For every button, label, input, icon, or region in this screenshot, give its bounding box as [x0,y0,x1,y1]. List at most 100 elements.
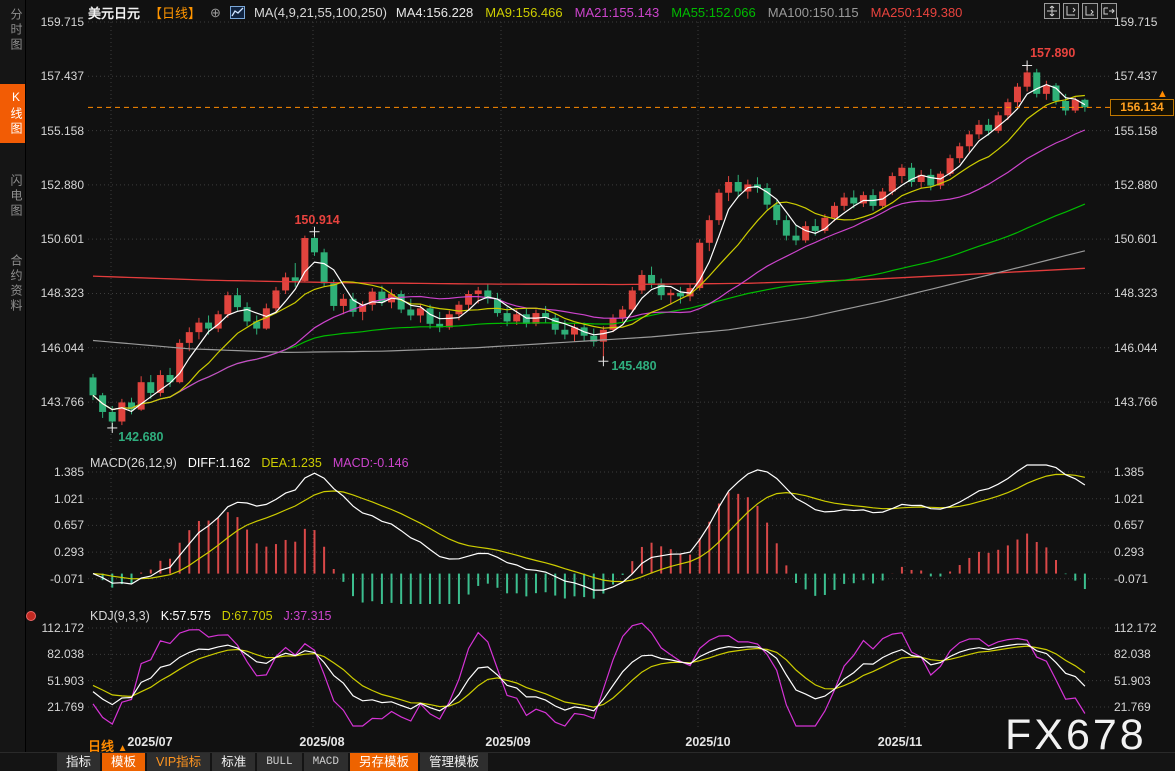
macd-axis-label-left: 1.021 [28,492,84,506]
candle-body [629,290,636,309]
date-axis-label: 2025/09 [485,735,530,749]
price-annotation: 150.914 [294,213,339,227]
candle-body [109,412,116,422]
candle-body [1024,72,1031,86]
candle-body [407,310,414,316]
price-axis-label-left: 157.437 [28,69,84,83]
macd-header: MACD(26,12,9)DIFF:1.162DEA:1.235MACD:-0.… [90,456,409,470]
kdj-j-line [93,623,1085,726]
chart-style-icon[interactable] [230,6,245,19]
date-axis-label: 2025/07 [127,735,172,749]
candle-body [340,299,347,306]
kdj-value-label: D:67.705 [222,609,273,623]
price-axis-label-right: 146.044 [1114,341,1157,355]
candle-body [195,323,202,333]
sidebar-item-1[interactable]: 分时图 [0,2,25,59]
tab-4[interactable]: 标准 [212,753,255,771]
candle-body [301,238,308,281]
macd-value-label: MACD(26,12,9) [90,456,177,470]
chart-header: 美元日元 【日线】 ⊕ MA(4,9,21,55,100,250) MA4:15… [88,3,962,22]
candle-body [975,125,982,135]
candle-body [1004,102,1011,115]
pan-icon[interactable] [1044,3,1060,19]
candle-body [465,294,472,305]
candle-body [292,277,299,281]
candle-body [812,226,819,231]
candle-body [561,330,568,335]
price-axis-label-left: 148.323 [28,286,84,300]
kdj-value-label: J:37.315 [284,609,332,623]
ma-value-label: MA9:156.466 [485,5,562,20]
sidebar-item-4[interactable]: 合约资料 [0,248,25,320]
price-annotation: 142.680 [118,430,163,444]
kdj-d-line [93,646,1085,707]
candle-body [455,305,462,315]
ma-value-label: MA100:150.115 [768,5,859,20]
macd-axis-label-left: 0.657 [28,518,84,532]
popout-icon[interactable] [1101,3,1117,19]
candle-body [706,220,713,243]
sidebar-item-2[interactable]: K线图 [0,84,25,143]
ma-values: MA4:156.228MA9:156.466MA21:155.143MA55:1… [396,5,962,20]
candle-body [648,275,655,283]
macd-axis-label-right: 1.021 [1114,492,1144,506]
candle-body [735,182,742,192]
candle-body [234,295,241,307]
kdj-header: KDJ(9,3,3)K:57.575D:67.705J:37.315 [90,609,332,623]
price-axis-label-right: 152.880 [1114,178,1157,192]
candlestick-chart-canvas [0,0,1175,771]
sidebar-item-3[interactable]: 闪电图 [0,168,25,225]
candle-body [321,252,328,283]
candle-body [773,205,780,220]
price-axis-label-left: 155.158 [28,124,84,138]
fit-horizontal-icon[interactable] [1082,3,1098,19]
price-axis-label-right: 143.766 [1114,395,1157,409]
candle-body [966,134,973,146]
date-axis-label: 2025/11 [878,735,923,749]
candle-body [725,182,732,193]
price-axis-label-left: 159.715 [28,15,84,29]
candle-body [658,283,665,295]
macd-axis-label-left: -0.071 [28,572,84,586]
candle-body [398,294,405,309]
price-axis-label-left: 143.766 [28,395,84,409]
candle-body [889,176,896,191]
tab-2[interactable]: 模板 [102,753,145,771]
macd-value-label: DIFF:1.162 [188,456,251,470]
macd-axis-label-right: -0.071 [1114,572,1148,586]
candle-body [118,402,125,421]
ma-settings-label: MA(4,9,21,55,100,250) [254,5,387,20]
candle-body [956,146,963,158]
candle-body [1043,86,1050,94]
price-axis-label-right: 157.437 [1114,69,1157,83]
bottom-tab-bar: 指标模板VIP指标标准BULLMACD另存模板管理模板 [0,752,1175,771]
macd-axis-label-right: 0.293 [1114,545,1144,559]
candle-body [330,283,337,306]
tab-1[interactable]: 指标 [57,753,100,771]
kdj-axis-label-right: 82.038 [1114,647,1151,661]
kdj-axis-label-right: 51.903 [1114,674,1151,688]
ma-value-label: MA55:152.066 [671,5,756,20]
fit-vertical-icon[interactable] [1063,3,1079,19]
tab-7[interactable]: 另存模板 [350,753,418,771]
kdj-axis-label-left: 82.038 [28,647,84,661]
tab-8[interactable]: 管理模板 [420,753,488,771]
candle-body [696,243,703,288]
tab-3[interactable]: VIP指标 [147,753,210,771]
date-axis-label: 2025/10 [685,735,730,749]
candle-body [850,198,857,204]
last-price-badge: 156.134 [1110,99,1174,116]
period-tag-label: 【日线】 [149,3,201,22]
candle-body [783,220,790,235]
price-axis-label-right: 159.715 [1114,15,1157,29]
indicator-dot-icon[interactable] [26,611,36,621]
candle-body [1072,100,1079,111]
tab-5[interactable]: BULL [257,753,301,771]
ma-value-label: MA4:156.228 [396,5,473,20]
candle-body [475,290,482,294]
add-indicator-icon[interactable]: ⊕ [210,5,221,21]
candle-body [282,277,289,290]
tab-6[interactable]: MACD [304,753,348,771]
candle-body [638,275,645,290]
kdj-axis-label-left: 112.172 [28,621,84,635]
